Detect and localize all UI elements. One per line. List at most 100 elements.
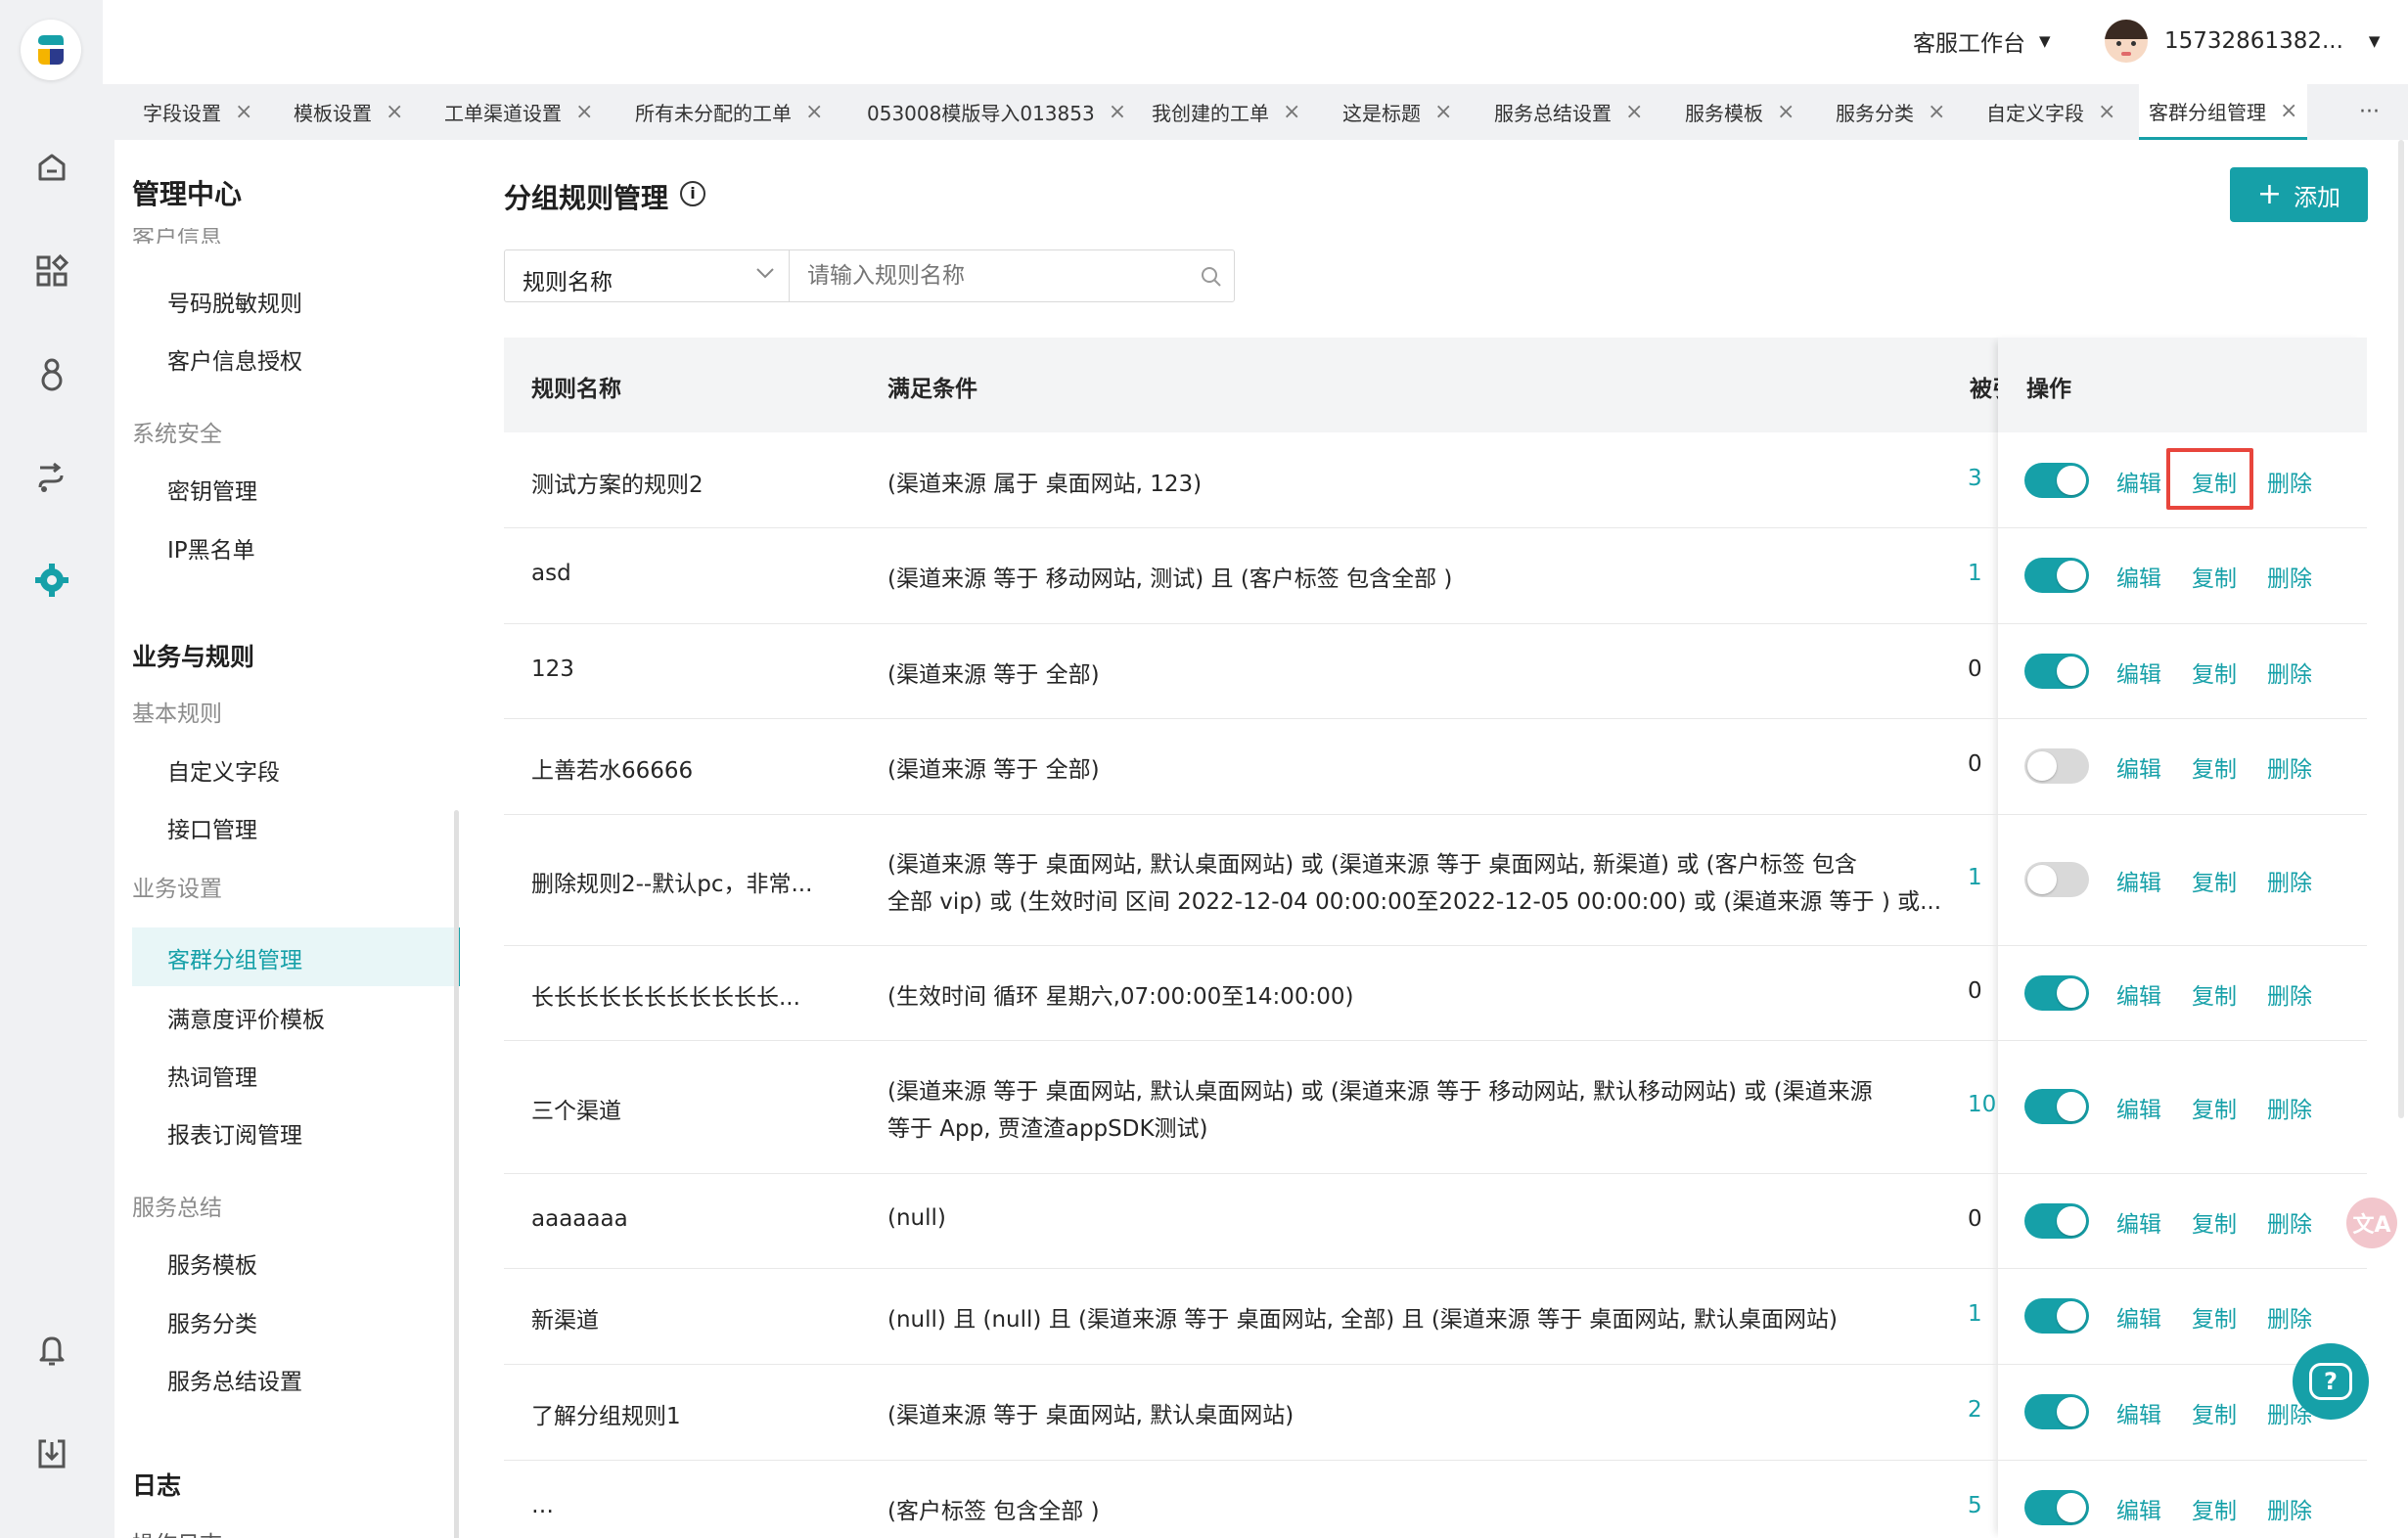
copy-button[interactable]: 复制 [2192, 977, 2237, 1011]
avatar[interactable] [2105, 20, 2148, 63]
routing-icon[interactable] [27, 453, 76, 502]
search-input[interactable] [807, 260, 1159, 292]
workspace-switcher[interactable]: 客服工作台 ▼ [1913, 22, 2051, 61]
edit-button[interactable]: 编辑 [2116, 750, 2161, 784]
reference-count[interactable]: 1 [1968, 865, 1998, 890]
tab-field-settings[interactable]: 字段设置 × [143, 84, 252, 140]
close-icon[interactable]: × [1777, 100, 1795, 124]
tab-template-import[interactable]: 053008模版导入013853 × [867, 84, 1126, 140]
edit-button[interactable]: 编辑 [2116, 1300, 2161, 1334]
status-toggle[interactable] [2024, 748, 2089, 784]
copy-button[interactable]: 复制 [2192, 1492, 2237, 1525]
menu-item-api-management[interactable]: 接口管理 [167, 811, 257, 844]
delete-button[interactable]: 删除 [2267, 465, 2312, 498]
status-toggle[interactable] [2024, 862, 2089, 897]
close-icon[interactable]: × [1434, 100, 1452, 124]
delete-button[interactable]: 删除 [2267, 750, 2312, 784]
search-icon[interactable] [1199, 264, 1224, 294]
status-toggle[interactable] [2024, 1202, 2089, 1239]
edit-button[interactable]: 编辑 [2116, 560, 2161, 593]
tabs-more-button[interactable]: ··· [2359, 84, 2380, 140]
menu-item-service-summary-settings[interactable]: 服务总结设置 [167, 1363, 302, 1396]
tab-title[interactable]: 这是标题 × [1342, 84, 1452, 140]
edit-button[interactable]: 编辑 [2116, 977, 2161, 1011]
copy-button[interactable]: 复制 [2192, 864, 2237, 897]
tab-service-summary-settings[interactable]: 服务总结设置 × [1494, 84, 1643, 140]
menu-item-service-category[interactable]: 服务分类 [167, 1305, 257, 1338]
status-toggle[interactable] [2024, 1089, 2089, 1124]
status-toggle[interactable] [2024, 462, 2089, 498]
bell-icon[interactable] [27, 1325, 76, 1374]
copy-button[interactable]: 复制 [2192, 1396, 2237, 1429]
close-icon[interactable]: × [386, 100, 403, 124]
copy-button[interactable]: 复制 [2192, 1205, 2237, 1239]
reference-count[interactable]: 1 [1968, 1301, 1998, 1327]
status-toggle[interactable] [2024, 1298, 2089, 1334]
copy-button[interactable]: 复制 [2192, 560, 2237, 593]
tab-service-template[interactable]: 服务模板 × [1685, 84, 1795, 140]
status-toggle[interactable] [2024, 558, 2089, 593]
copy-button[interactable]: 复制 [2192, 656, 2237, 689]
delete-button[interactable]: 删除 [2267, 1091, 2312, 1124]
menu-item-report-subscription[interactable]: 报表订阅管理 [167, 1116, 302, 1150]
delete-button[interactable]: 删除 [2267, 656, 2312, 689]
tab-template-settings[interactable]: 模板设置 × [294, 84, 403, 140]
reference-count[interactable]: 5 [1968, 1493, 1998, 1518]
menu-item-customer-group-active[interactable]: 客群分组管理 [132, 927, 460, 986]
translate-icon[interactable]: 文A [2346, 1198, 2397, 1248]
filter-field-select[interactable]: 规则名称 [504, 249, 790, 302]
edit-button[interactable]: 编辑 [2116, 1492, 2161, 1525]
menu-item-number-masking[interactable]: 号码脱敏规则 [167, 285, 302, 318]
reference-count[interactable]: 10 [1968, 1092, 1998, 1117]
tab-unassigned-tickets[interactable]: 所有未分配的工单 × [635, 84, 823, 140]
home-icon[interactable] [27, 143, 76, 192]
edit-button[interactable]: 编辑 [2116, 656, 2161, 689]
menu-item-hotwords[interactable]: 热词管理 [167, 1059, 257, 1092]
edit-button[interactable]: 编辑 [2116, 864, 2161, 897]
delete-button[interactable]: 删除 [2267, 1300, 2312, 1334]
close-icon[interactable]: × [1625, 100, 1643, 124]
delete-button[interactable]: 删除 [2267, 977, 2312, 1011]
menu-item-custom-fields[interactable]: 自定义字段 [167, 753, 280, 787]
status-toggle[interactable] [2024, 974, 2089, 1011]
help-icon[interactable]: ? [2293, 1343, 2369, 1420]
tab-my-tickets[interactable]: 我创建的工单 × [1152, 84, 1300, 140]
content-scrollbar[interactable] [2398, 140, 2404, 1118]
user-menu[interactable]: 15732861382... ▼ [2164, 22, 2380, 61]
copy-button[interactable]: 复制 [2192, 750, 2237, 784]
close-icon[interactable]: × [805, 100, 823, 124]
close-icon[interactable]: × [1928, 100, 1945, 124]
reference-count[interactable]: 2 [1968, 1397, 1998, 1423]
edit-button[interactable]: 编辑 [2116, 465, 2161, 498]
delete-button[interactable]: 删除 [2267, 864, 2312, 897]
menu-item-service-template[interactable]: 服务模板 [167, 1246, 257, 1280]
close-icon[interactable]: × [1283, 100, 1300, 124]
delete-button[interactable]: 删除 [2267, 560, 2312, 593]
menu-item-operation-log[interactable]: 操作日志 [132, 1525, 222, 1538]
status-toggle[interactable] [2024, 653, 2089, 689]
apps-icon[interactable] [27, 247, 76, 295]
reference-count[interactable]: 1 [1968, 561, 1998, 586]
add-rule-button[interactable]: + 添加 [2230, 167, 2368, 222]
close-icon[interactable]: × [235, 100, 252, 124]
close-icon[interactable]: × [1109, 100, 1126, 124]
status-toggle[interactable] [2024, 1489, 2089, 1525]
close-icon[interactable]: × [2098, 100, 2115, 124]
edit-button[interactable]: 编辑 [2116, 1091, 2161, 1124]
edit-button[interactable]: 编辑 [2116, 1205, 2161, 1239]
tab-custom-fields[interactable]: 自定义字段 × [1986, 84, 2115, 140]
delete-button[interactable]: 删除 [2267, 1492, 2312, 1525]
delete-button[interactable]: 删除 [2267, 1205, 2312, 1239]
close-icon[interactable]: × [2280, 99, 2297, 123]
copy-button[interactable]: 复制 [2192, 1091, 2237, 1124]
reference-count[interactable]: 3 [1968, 466, 1998, 491]
copy-button[interactable]: 复制 [2192, 1300, 2237, 1334]
tab-service-category[interactable]: 服务分类 × [1836, 84, 1945, 140]
menu-item-key-management[interactable]: 密钥管理 [167, 473, 257, 506]
download-icon[interactable] [27, 1429, 76, 1478]
close-icon[interactable]: × [575, 100, 593, 124]
menu-item-satisfaction-template[interactable]: 满意度评价模板 [167, 1001, 325, 1034]
menu-item-customer-auth[interactable]: 客户信息授权 [167, 342, 302, 376]
menu-item-ip-blacklist[interactable]: IP黑名单 [167, 531, 255, 565]
info-icon[interactable]: i [680, 181, 705, 206]
